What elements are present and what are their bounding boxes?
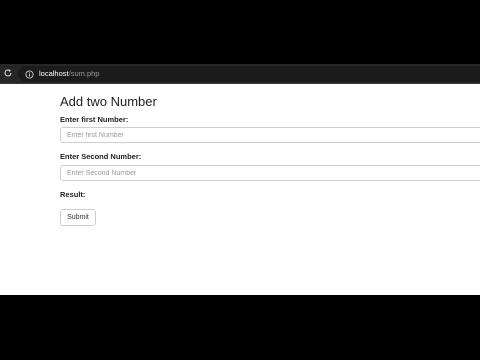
second-number-input[interactable] [60,165,480,181]
site-info-icon[interactable] [24,69,34,79]
page-content: Add two Number Enter first Number: Enter… [0,84,480,295]
video-letterbox-top [0,0,480,64]
video-letterbox-bottom [0,295,480,360]
reload-icon[interactable] [2,67,14,79]
url-path: /sum.php [68,69,100,78]
browser-toolbar: localhost/sum.php [0,64,480,84]
url-text: localhost/sum.php [39,68,99,80]
second-number-label: Enter Second Number: [60,152,142,161]
result-label: Result: [60,190,86,199]
page-title: Add two Number [60,94,157,109]
address-bar[interactable]: localhost/sum.php [18,66,480,82]
first-number-input[interactable] [60,127,480,143]
url-host: localhost [39,69,69,78]
first-number-label: Enter first Number: [60,115,129,124]
submit-button[interactable]: Submit [60,209,96,226]
